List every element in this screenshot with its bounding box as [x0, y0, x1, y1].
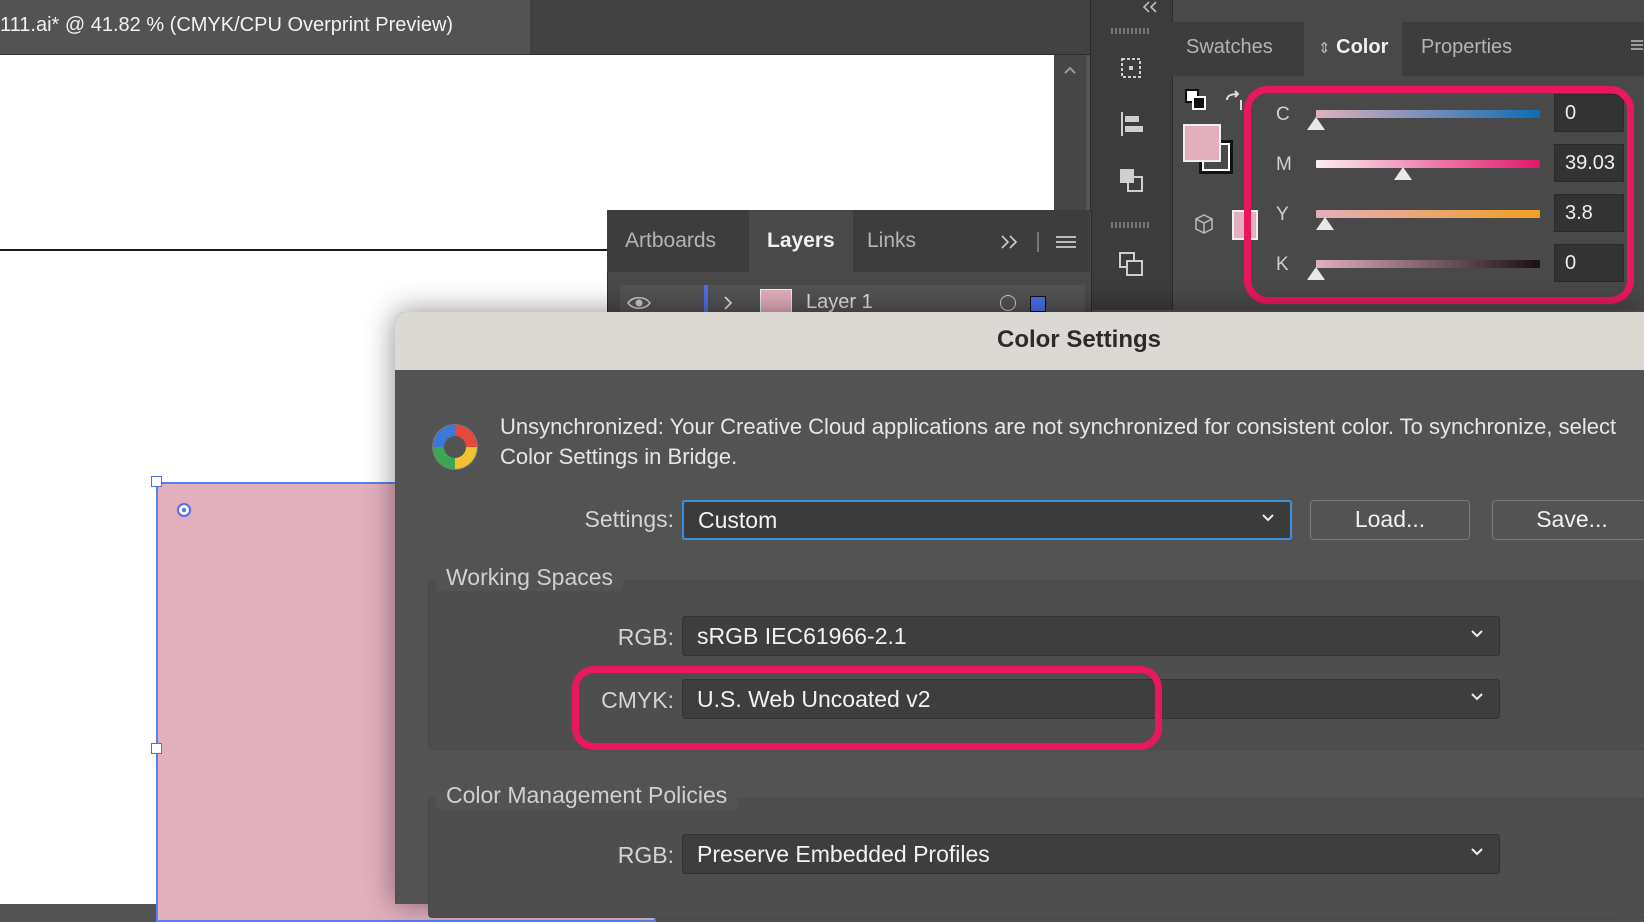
panel-grip[interactable]	[1111, 222, 1151, 228]
pathfinder-icon[interactable]	[1111, 160, 1151, 200]
document-tab[interactable]: 111.ai* @ 41.82 % (CMYK/CPU Overprint Pr…	[0, 0, 530, 54]
layer-name[interactable]: Layer 1	[806, 291, 873, 314]
artboard-edge-line	[0, 249, 620, 251]
default-fill-stroke-icon[interactable]	[1184, 88, 1208, 112]
settings-label: Settings:	[584, 506, 675, 532]
scroll-up-icon[interactable]	[1062, 62, 1078, 78]
chevron-down-icon	[1467, 689, 1487, 709]
settings-dropdown[interactable]: Custom	[682, 500, 1292, 540]
out-of-gamut-cube-icon[interactable]	[1192, 212, 1216, 236]
rgb-policy-value: Preserve Embedded Profiles	[697, 841, 990, 867]
rgb-working-label: RGB:	[617, 624, 674, 650]
transform-icon[interactable]	[1111, 244, 1151, 284]
layers-panel-tabs: Artboards Layers Links	[607, 210, 1090, 272]
align-icon[interactable]	[1111, 104, 1151, 144]
swap-fill-stroke-icon[interactable]	[1222, 90, 1246, 114]
tab-color[interactable]: ⇕ Color	[1304, 22, 1403, 76]
fill-swatch[interactable]	[1183, 124, 1221, 162]
center-point-widget[interactable]	[177, 503, 191, 517]
load-button[interactable]: Load...	[1310, 500, 1470, 540]
selection-indicator[interactable]	[1030, 296, 1046, 312]
chevron-down-icon	[1467, 844, 1487, 864]
cmyk-highlight-annotation	[572, 666, 1162, 750]
settings-value: Custom	[698, 507, 778, 533]
tab-links[interactable]: Links	[849, 210, 934, 272]
sync-status-icon	[428, 420, 482, 474]
color-management-policies-title: Color Management Policies	[436, 782, 738, 809]
working-spaces-title: Working Spaces	[436, 564, 624, 591]
selection-handle[interactable]	[151, 476, 162, 487]
rgb-policy-dropdown[interactable]: Preserve Embedded Profiles	[682, 834, 1500, 874]
sync-message: Unsynchronized: Your Creative Cloud appl…	[500, 414, 1617, 469]
tab-properties[interactable]: Properties	[1407, 22, 1526, 76]
collapse-panels-icon[interactable]	[1140, 0, 1164, 18]
rgb-working-dropdown[interactable]: sRGB IEC61966-2.1	[682, 616, 1500, 656]
target-circle-icon[interactable]	[1000, 295, 1016, 311]
expand-layer-chevron-icon[interactable]	[720, 293, 736, 313]
sliders-highlight-annotation	[1244, 86, 1634, 304]
chevron-down-icon	[1258, 510, 1278, 530]
visibility-eye-icon[interactable]	[626, 293, 652, 313]
tab-swatches[interactable]: Swatches	[1172, 22, 1287, 76]
panel-menu-icon[interactable]	[1055, 232, 1077, 252]
tab-artboards[interactable]: Artboards	[607, 210, 734, 272]
fill-stroke-swatch[interactable]	[1183, 124, 1239, 180]
artboard-tool-icon[interactable]	[1111, 48, 1151, 88]
tab-divider	[1037, 232, 1039, 252]
tab-options-icon: ⇕	[1318, 40, 1331, 57]
panel-grip[interactable]	[1111, 28, 1151, 34]
color-panel-tabs: Swatches ⇕ Color Properties	[1172, 22, 1644, 76]
save-button[interactable]: Save...	[1492, 500, 1644, 540]
tab-layers[interactable]: Layers	[749, 210, 853, 272]
expand-panels-icon[interactable]	[999, 232, 1021, 252]
chevron-down-icon	[1467, 626, 1487, 646]
panel-menu-icon[interactable]	[1630, 38, 1644, 52]
rgb-working-value: sRGB IEC61966-2.1	[697, 623, 907, 649]
dialog-title: Color Settings	[996, 326, 1161, 353]
tab-color-label: Color	[1336, 36, 1389, 58]
rgb-policy-label: RGB:	[617, 842, 674, 868]
selection-handle[interactable]	[151, 743, 162, 754]
